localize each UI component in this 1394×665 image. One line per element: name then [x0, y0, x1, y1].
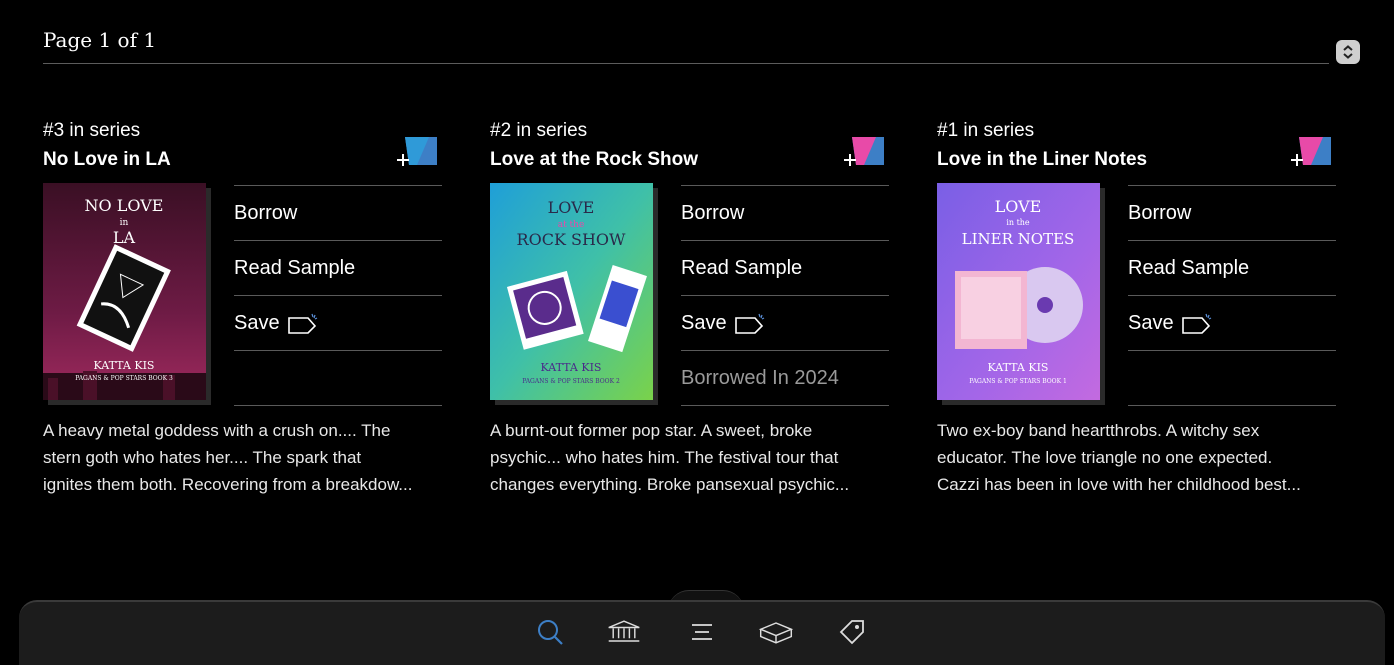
- book-card: #2 in series Love at the Rock Show LOVE …: [490, 118, 890, 508]
- tag-icon: [1181, 313, 1211, 334]
- shelf-icon[interactable]: [758, 614, 794, 650]
- wishlist-add-icon[interactable]: [1289, 135, 1337, 171]
- book-cover[interactable]: LOVE at the ROCK SHOW KATTA KIS PAGANS &…: [490, 183, 653, 400]
- read-sample-button[interactable]: Read Sample: [681, 240, 889, 295]
- borrow-history-status: Borrowed In 2024: [681, 350, 889, 406]
- book-title[interactable]: No Love in LA: [43, 147, 171, 173]
- tag-icon: [734, 313, 764, 334]
- svg-text:LOVE: LOVE: [995, 197, 1042, 216]
- svg-text:at the: at the: [558, 220, 585, 230]
- svg-text:PAGANS & POP STARS BOOK 3: PAGANS & POP STARS BOOK 3: [75, 375, 173, 382]
- book-card: #3 in series No Love in LA NO LOVE in LA…: [43, 118, 443, 508]
- book-card: #1 in series Love in the Liner Notes LOV…: [937, 118, 1337, 508]
- status-row: [234, 350, 442, 406]
- chevron-updown-icon: [1343, 45, 1353, 59]
- book-title[interactable]: Love at the Rock Show: [490, 147, 698, 173]
- book-description[interactable]: A burnt-out former pop star. A sweet, br…: [490, 417, 890, 498]
- page-header: Page 1 of 1: [43, 26, 1329, 64]
- svg-text:in the: in the: [1006, 218, 1030, 227]
- wishlist-add-icon[interactable]: [395, 135, 443, 171]
- svg-text:LINER NOTES: LINER NOTES: [962, 230, 1075, 248]
- svg-text:in: in: [120, 218, 129, 228]
- svg-text:KATTA KIS: KATTA KIS: [94, 359, 155, 372]
- tag-icon[interactable]: [834, 614, 870, 650]
- svg-text:KATTA KIS: KATTA KIS: [541, 361, 602, 374]
- svg-text:LA: LA: [113, 228, 136, 247]
- status-row: [1128, 350, 1336, 406]
- save-label: Save: [1128, 311, 1174, 334]
- book-description[interactable]: Two ex-boy band heartthrobs. A witchy se…: [937, 417, 1337, 498]
- book-actions: Borrow Read Sample Save Borrowed In 2024: [681, 185, 889, 406]
- svg-text:ROCK SHOW: ROCK SHOW: [517, 230, 626, 249]
- page-title: Page 1 of 1: [43, 28, 157, 52]
- borrow-button[interactable]: Borrow: [1128, 185, 1336, 240]
- book-title[interactable]: Love in the Liner Notes: [937, 147, 1147, 173]
- save-button[interactable]: Save: [1128, 295, 1336, 350]
- save-label: Save: [681, 311, 727, 334]
- book-actions: Borrow Read Sample Save: [1128, 185, 1336, 406]
- wishlist-add-icon[interactable]: [842, 135, 890, 171]
- book-actions: Borrow Read Sample Save: [234, 185, 442, 406]
- series-label: #3 in series: [43, 120, 141, 141]
- save-button[interactable]: Save: [681, 295, 889, 350]
- svg-text:PAGANS & POP STARS BOOK 2: PAGANS & POP STARS BOOK 2: [522, 378, 620, 385]
- book-cover[interactable]: LOVE in the LINER NOTES KATTA KIS PAGANS…: [937, 183, 1100, 400]
- menu-icon[interactable]: [684, 614, 720, 650]
- book-cover[interactable]: NO LOVE in LA KATTA KIS PAGANS & POP STA…: [43, 183, 206, 400]
- save-label: Save: [234, 311, 280, 334]
- search-icon[interactable]: [532, 614, 568, 650]
- series-label: #2 in series: [490, 120, 588, 141]
- page-select-toggle[interactable]: [1336, 40, 1360, 64]
- borrow-button[interactable]: Borrow: [681, 185, 889, 240]
- series-label: #1 in series: [937, 120, 1035, 141]
- read-sample-button[interactable]: Read Sample: [234, 240, 442, 295]
- svg-text:NO LOVE: NO LOVE: [85, 196, 164, 215]
- library-icon[interactable]: [606, 614, 642, 650]
- borrow-button[interactable]: Borrow: [234, 185, 442, 240]
- book-description[interactable]: A heavy metal goddess with a crush on...…: [43, 417, 443, 498]
- read-sample-button[interactable]: Read Sample: [1128, 240, 1336, 295]
- svg-text:LOVE: LOVE: [548, 198, 595, 217]
- svg-text:KATTA KIS: KATTA KIS: [988, 361, 1049, 374]
- save-button[interactable]: Save: [234, 295, 442, 350]
- svg-text:PAGANS & POP STARS BOOK 1: PAGANS & POP STARS BOOK 1: [969, 378, 1067, 385]
- tag-icon: [287, 313, 317, 334]
